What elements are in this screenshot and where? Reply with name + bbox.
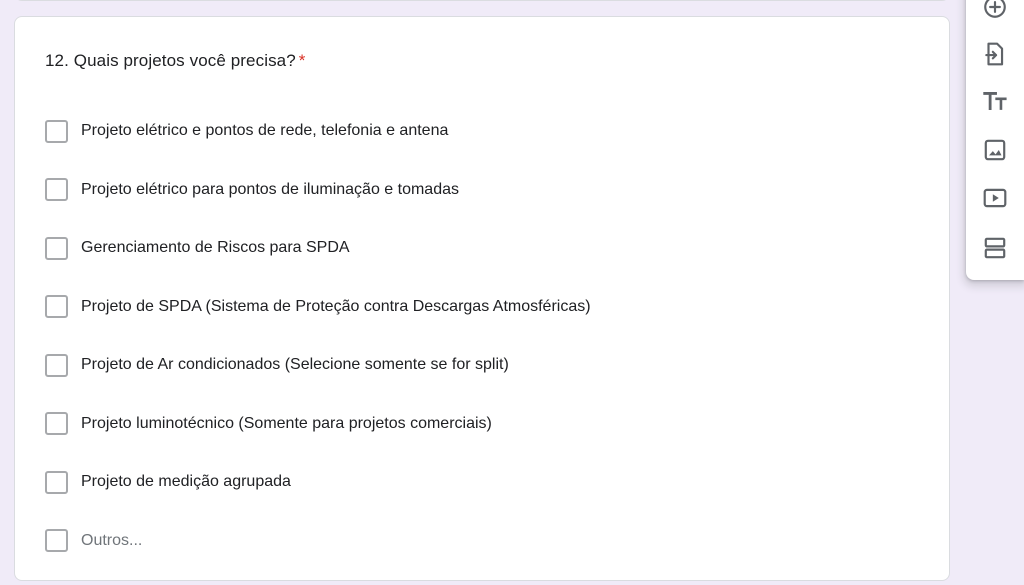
other-option-label: Outros... — [81, 531, 143, 549]
checkbox-option[interactable]: Projeto de Ar condicionados (Selecione s… — [45, 336, 591, 395]
checkbox-icon[interactable] — [45, 295, 68, 319]
option-label: Projeto elétrico e pontos de rede, telef… — [81, 122, 449, 140]
question-title-text: 12. Quais projetos você precisa? — [45, 51, 296, 70]
checkbox-option[interactable]: Projeto elétrico para pontos de iluminaç… — [45, 161, 591, 220]
checkbox-option[interactable]: Projeto de medição agrupada — [45, 453, 591, 512]
import-questions-icon — [985, 42, 1004, 66]
checkbox-icon[interactable] — [45, 119, 68, 143]
add-section-icon — [984, 237, 1006, 259]
add-title-button[interactable] — [981, 87, 1009, 115]
checkbox-icon[interactable] — [45, 529, 68, 553]
checkbox-icon[interactable] — [45, 236, 68, 260]
add-image-icon — [984, 139, 1006, 161]
checkbox-options: Projeto elétrico e pontos de rede, telef… — [45, 102, 591, 570]
checkbox-option[interactable]: Projeto luminotécnico (Somente para proj… — [45, 395, 591, 454]
question-title: 12. Quais projetos você precisa? * — [45, 51, 306, 71]
add-section-button[interactable] — [981, 234, 1009, 262]
checkbox-icon[interactable] — [45, 353, 68, 377]
checkbox-icon[interactable] — [45, 470, 68, 494]
option-label: Projeto luminotécnico (Somente para proj… — [81, 414, 492, 432]
checkbox-option[interactable]: Projeto elétrico e pontos de rede, telef… — [45, 102, 591, 161]
option-label: Projeto de SPDA (Sistema de Proteção con… — [81, 297, 591, 315]
option-label: Gerenciamento de Riscos para SPDA — [81, 239, 350, 257]
checkbox-icon[interactable] — [45, 412, 68, 436]
option-label: Projeto elétrico para pontos de iluminaç… — [81, 180, 459, 198]
import-questions-button[interactable] — [981, 40, 1009, 68]
floating-toolbar — [966, 0, 1024, 280]
add-video-button[interactable] — [981, 184, 1009, 212]
add-image-button[interactable] — [981, 136, 1009, 164]
add-question-icon — [984, 0, 1006, 18]
add-video-icon — [983, 188, 1007, 208]
checkbox-option[interactable]: Projeto de SPDA (Sistema de Proteção con… — [45, 278, 591, 337]
question-card[interactable]: 12. Quais projetos você precisa? * Projet… — [14, 16, 950, 581]
checkbox-option-other[interactable]: Outros... — [45, 512, 591, 571]
previous-question-card — [14, 0, 950, 1]
required-asterisk: * — [298, 51, 306, 70]
add-title-icon — [983, 92, 1007, 110]
checkbox-icon[interactable] — [45, 178, 68, 202]
option-label: Projeto de Ar condicionados (Selecione s… — [81, 356, 509, 374]
add-question-button[interactable] — [981, 0, 1009, 21]
checkbox-option[interactable]: Gerenciamento de Riscos para SPDA — [45, 219, 591, 278]
option-label: Projeto de medição agrupada — [81, 473, 291, 491]
